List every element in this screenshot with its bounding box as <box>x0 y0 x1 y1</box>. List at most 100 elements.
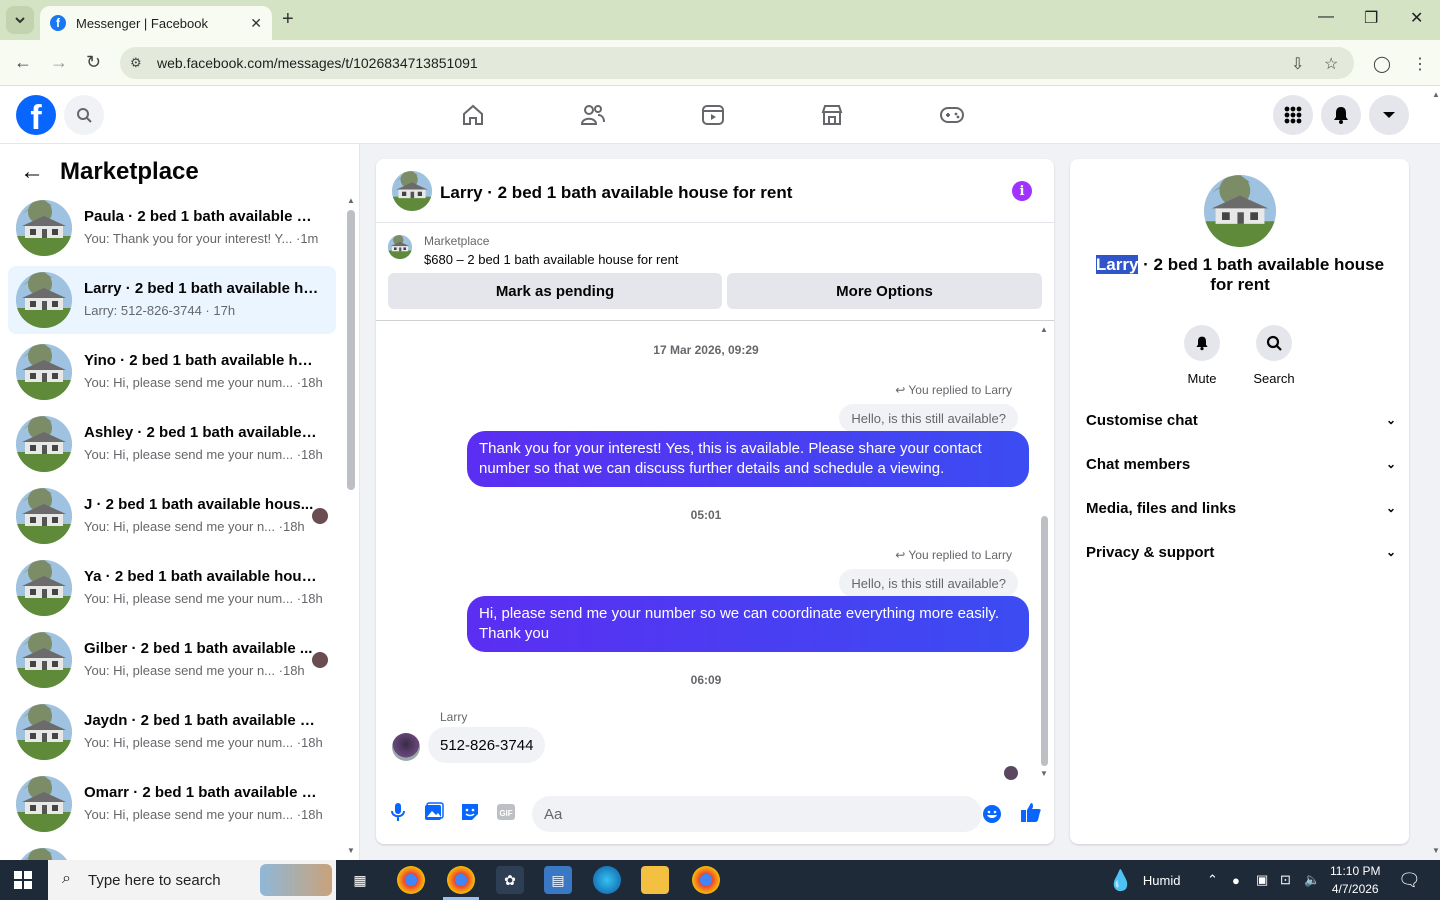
photo-icon[interactable] <box>423 801 445 823</box>
new-tab-button[interactable]: + <box>282 8 294 31</box>
browser-menu-icon[interactable]: ⋮ <box>1412 54 1428 74</box>
chat-scrollbar[interactable] <box>1041 516 1048 766</box>
sidebar-header: ← Marketplace <box>20 158 199 186</box>
privacy-support-row[interactable]: Privacy & support ⌄ <box>1086 530 1396 574</box>
address-bar[interactable]: web.facebook.com/messages/t/102683471385… <box>120 47 1354 79</box>
search-in-chat-button[interactable]: Search <box>1244 325 1304 386</box>
scroll-up-arrow[interactable]: ▲ <box>1040 325 1048 334</box>
conversation-item[interactable]: Gilber · 2 bed 1 bath available ... You: … <box>8 626 336 694</box>
emoji-icon[interactable] <box>981 803 1003 825</box>
edge-app-icon[interactable] <box>593 866 621 894</box>
search-button[interactable] <box>64 95 104 135</box>
chat-title[interactable]: Larry · 2 bed 1 bath available house for… <box>440 183 792 203</box>
clock[interactable]: 11:10 PM 4/7/2026 <box>1330 860 1380 900</box>
conversation-item[interactable]: Ashley · 2 bed 1 bath available h... You:… <box>8 410 336 478</box>
scroll-down-arrow[interactable]: ▼ <box>1040 769 1048 778</box>
conversation-item[interactable]: J · 2 bed 1 bath available hous... You: H… <box>8 482 336 550</box>
conversation-avatar <box>16 560 72 616</box>
meet-icon[interactable]: ▣ <box>1256 860 1268 900</box>
maximize-button[interactable]: ❐ <box>1364 8 1378 28</box>
taskbar-search[interactable]: ⌕ Type here to search <box>48 860 336 900</box>
profile-icon[interactable]: ◯ <box>1373 54 1391 74</box>
scroll-up-arrow[interactable]: ▲ <box>347 196 355 205</box>
search-highlight-image <box>260 864 332 896</box>
profile-avatar[interactable] <box>1204 175 1276 247</box>
quoted-message[interactable]: Hello, is this still available? <box>839 569 1018 597</box>
conversation-item[interactable]: Paula · 2 bed 1 bath available ho... You:… <box>8 194 336 262</box>
chevron-down-icon: ⌄ <box>1385 545 1396 559</box>
chrome-app-icon[interactable] <box>447 866 475 894</box>
more-options-button[interactable]: More Options <box>727 273 1042 309</box>
replied-text: You replied to Larry <box>908 383 1012 397</box>
minimize-button[interactable]: — <box>1318 8 1334 26</box>
conversation-avatar <box>16 704 72 760</box>
browser-tab-messenger[interactable]: f Messenger | Facebook ✕ <box>40 6 272 40</box>
account-button[interactable] <box>1369 95 1409 135</box>
show-hidden-icons[interactable]: ⌃ <box>1207 860 1218 900</box>
info-icon[interactable]: i <box>1012 181 1032 201</box>
network-icon[interactable]: ⊡ <box>1280 860 1291 900</box>
page-scroll-down-arrow[interactable]: ▼ <box>1432 846 1440 855</box>
weather-widget[interactable]: 💧 Humid <box>1108 860 1180 900</box>
outgoing-message[interactable]: Hi, please send me your number so we can… <box>467 596 1029 652</box>
notifications-center-icon[interactable]: 🗨 <box>1398 860 1421 900</box>
close-tab-icon[interactable]: ✕ <box>250 15 262 32</box>
page-scroll-up-arrow[interactable]: ▲ <box>1432 90 1440 99</box>
mark-as-pending-button[interactable]: Mark as pending <box>388 273 722 309</box>
conversation-item[interactable] <box>8 842 336 860</box>
conversation-item[interactable]: Jaydn · 2 bed 1 bath available ho... You:… <box>8 698 336 766</box>
microphone-icon[interactable] <box>387 801 409 823</box>
windows-start-icon[interactable] <box>14 871 32 889</box>
outgoing-message[interactable]: Thank you for your interest! Yes, this i… <box>467 431 1029 487</box>
tray-icon[interactable]: ● <box>1232 860 1240 900</box>
file-explorer-icon[interactable] <box>641 866 669 894</box>
message-composer: GIF Aa <box>376 789 1054 839</box>
sender-avatar[interactable] <box>392 733 420 761</box>
listing-title[interactable]: $680 – 2 bed 1 bath available house for … <box>424 252 678 267</box>
quoted-message[interactable]: Hello, is this still available? <box>839 404 1018 432</box>
site-info-icon[interactable]: ⚙ <box>130 55 142 71</box>
reload-icon[interactable]: ↻ <box>86 52 101 73</box>
bookmark-star-icon[interactable]: ☆ <box>1324 54 1338 74</box>
app-icon[interactable]: ✿ <box>496 866 524 894</box>
conversation-avatar <box>16 848 72 860</box>
conversation-preview: You: Hi, please send me your num... ·18h <box>84 591 323 606</box>
gif-icon[interactable]: GIF <box>495 801 517 823</box>
forward-icon[interactable]: → <box>50 52 68 73</box>
bell-icon <box>1334 107 1348 124</box>
chat-members-row[interactable]: Chat members ⌄ <box>1086 442 1396 486</box>
media-files-links-row[interactable]: Media, files and links ⌄ <box>1086 486 1396 530</box>
conversation-item[interactable]: Larry · 2 bed 1 bath available ho... Larr… <box>8 266 336 334</box>
customise-chat-row[interactable]: Customise chat ⌄ <box>1086 398 1396 442</box>
back-arrow-icon[interactable]: ← <box>20 158 44 186</box>
nav-marketplace[interactable] <box>818 101 846 129</box>
conversation-item[interactable]: Omarr · 2 bed 1 bath available h... You: … <box>8 770 336 838</box>
notifications-button[interactable] <box>1321 95 1361 135</box>
volume-icon[interactable]: 🔈 <box>1304 860 1320 900</box>
message-input[interactable]: Aa <box>532 796 982 832</box>
thumbs-up-icon[interactable] <box>1020 801 1042 823</box>
chat-avatar[interactable] <box>392 171 432 211</box>
facebook-logo[interactable]: f <box>16 95 56 135</box>
nav-gaming[interactable] <box>938 101 966 129</box>
task-view-icon[interactable]: ▦ <box>346 866 374 894</box>
scroll-down-arrow[interactable]: ▼ <box>347 846 355 855</box>
app-icon[interactable]: ▤ <box>544 866 572 894</box>
install-app-icon[interactable]: ⇩ <box>1291 54 1304 74</box>
sticker-icon[interactable] <box>459 801 481 823</box>
chrome-app-icon[interactable] <box>397 866 425 894</box>
chrome-app-icon[interactable] <box>692 866 720 894</box>
close-window-button[interactable]: ✕ <box>1410 8 1423 28</box>
sidebar-scrollbar[interactable] <box>347 210 355 490</box>
back-icon[interactable]: ← <box>14 52 32 73</box>
menu-button[interactable] <box>1273 95 1313 135</box>
incoming-message[interactable]: 512-826-3744 <box>428 727 546 763</box>
mute-button[interactable]: Mute <box>1172 325 1232 386</box>
tab-search-dropdown[interactable] <box>6 6 34 34</box>
nav-friends[interactable] <box>579 101 607 129</box>
nav-video[interactable] <box>699 101 727 129</box>
conversation-avatar <box>16 488 72 544</box>
nav-home[interactable] <box>459 101 487 129</box>
conversation-item[interactable]: Ya · 2 bed 1 bath available house... You:… <box>8 554 336 622</box>
conversation-item[interactable]: Yino · 2 bed 1 bath available hou... You:… <box>8 338 336 406</box>
